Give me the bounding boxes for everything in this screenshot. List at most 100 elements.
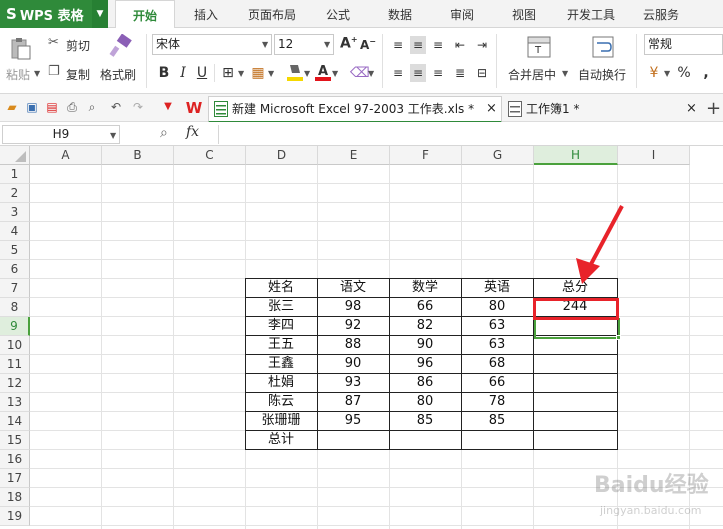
- table-header-cell[interactable]: 姓名: [245, 278, 318, 298]
- font-name-select[interactable]: 宋体: [152, 34, 272, 55]
- doc-tab-label[interactable]: 新建 Microsoft Excel 97-2003 工作表.xls *: [232, 96, 474, 122]
- formula-input[interactable]: [218, 125, 723, 144]
- column-header-g[interactable]: G: [462, 146, 534, 165]
- logo-dropdown-arrow-icon[interactable]: ▼: [92, 0, 108, 28]
- table-cell[interactable]: [317, 430, 390, 450]
- row-header-11[interactable]: 11: [0, 355, 30, 374]
- row-header-1[interactable]: 1: [0, 165, 30, 184]
- table-cell[interactable]: 96: [389, 354, 462, 374]
- table-cell[interactable]: 68: [461, 354, 534, 374]
- column-header-f[interactable]: F: [390, 146, 462, 165]
- tab-developer[interactable]: 开发工具: [560, 0, 622, 28]
- merge-center-label[interactable]: 合并居中: [508, 66, 556, 83]
- percent-icon[interactable]: %: [676, 64, 692, 82]
- format-painter-label[interactable]: 格式刷: [100, 66, 136, 83]
- redo-icon[interactable]: ↷: [130, 99, 146, 115]
- wrap-text-label[interactable]: 自动换行: [578, 66, 626, 83]
- column-header-h[interactable]: H: [534, 146, 618, 165]
- align-bottom-icon[interactable]: ≡: [430, 36, 446, 54]
- table-cell[interactable]: 张珊珊: [245, 411, 318, 431]
- table-cell[interactable]: [389, 430, 462, 450]
- paste-dropdown-icon[interactable]: ▼: [34, 69, 40, 78]
- tab-page-layout[interactable]: 页面布局: [236, 0, 308, 28]
- table-cell[interactable]: [461, 430, 534, 450]
- align-left-icon[interactable]: ≡: [390, 64, 406, 82]
- row-header-13[interactable]: 13: [0, 393, 30, 412]
- tab-view[interactable]: 视图: [498, 0, 550, 28]
- new-tab-icon[interactable]: +: [706, 96, 721, 122]
- row-header-9[interactable]: 9: [0, 317, 30, 336]
- select-all-corner[interactable]: [0, 146, 30, 165]
- name-box[interactable]: H9: [2, 125, 120, 144]
- table-header-cell[interactable]: 语文: [317, 278, 390, 298]
- table-cell[interactable]: 85: [461, 411, 534, 431]
- font-name-dropdown-icon[interactable]: ▼: [262, 40, 268, 49]
- print-icon[interactable]: ⎙: [64, 99, 80, 115]
- table-cell[interactable]: [533, 373, 618, 393]
- tab-review[interactable]: 审阅: [436, 0, 488, 28]
- tab-data[interactable]: 数据: [374, 0, 426, 28]
- currency-icon[interactable]: ¥: [646, 64, 662, 82]
- tab-home[interactable]: 开始: [115, 0, 175, 29]
- tab-insert[interactable]: 插入: [180, 0, 232, 28]
- italic-icon[interactable]: I: [175, 64, 191, 82]
- row-header-16[interactable]: 16: [0, 450, 30, 469]
- merge-center-icon[interactable]: T: [526, 34, 552, 60]
- borders-dropdown-icon[interactable]: ▼: [238, 69, 244, 78]
- clear-format-dropdown-icon[interactable]: ▼: [368, 69, 374, 78]
- row-header-4[interactable]: 4: [0, 222, 30, 241]
- font-size-dropdown-icon[interactable]: ▼: [324, 40, 330, 49]
- align-right-icon[interactable]: ≡: [430, 64, 446, 82]
- table-cell[interactable]: 63: [461, 335, 534, 355]
- font-color-dropdown-icon[interactable]: ▼: [332, 69, 338, 78]
- format-painter-icon[interactable]: [108, 33, 132, 58]
- wps-w-icon[interactable]: W: [182, 97, 206, 119]
- column-header-a[interactable]: A: [30, 146, 102, 165]
- table-cell[interactable]: 杜娟: [245, 373, 318, 393]
- name-box-dropdown-icon[interactable]: ▼: [110, 131, 116, 140]
- column-header-i[interactable]: I: [618, 146, 690, 165]
- copy-icon[interactable]: ❐: [48, 64, 60, 79]
- scissors-icon[interactable]: ✂: [48, 35, 59, 50]
- active-cell-selection[interactable]: [534, 318, 620, 339]
- table-cell[interactable]: 张三: [245, 297, 318, 317]
- row-header-6[interactable]: 6: [0, 260, 30, 279]
- table-cell[interactable]: 90: [389, 335, 462, 355]
- table-cell[interactable]: [533, 411, 618, 431]
- doc-tab-close-icon[interactable]: ×: [686, 96, 697, 122]
- distributed-icon[interactable]: ⊟: [474, 64, 490, 82]
- table-cell[interactable]: 李四: [245, 316, 318, 336]
- table-cell[interactable]: 78: [461, 392, 534, 412]
- decrease-font-icon[interactable]: A−: [360, 37, 376, 52]
- tab-cloud-service[interactable]: 云服务: [630, 0, 692, 28]
- print-preview-icon[interactable]: ⌕: [84, 99, 100, 115]
- zoom-search-icon[interactable]: ⌕: [160, 125, 168, 141]
- row-header-8[interactable]: 8: [0, 298, 30, 317]
- table-cell[interactable]: 王五: [245, 335, 318, 355]
- table-cell[interactable]: 86: [389, 373, 462, 393]
- table-cell[interactable]: 63: [461, 316, 534, 336]
- merge-center-dropdown-icon[interactable]: ▼: [562, 69, 568, 78]
- open-folder-icon[interactable]: ▰: [4, 99, 20, 115]
- align-middle-icon[interactable]: ≡: [410, 36, 426, 54]
- customize-quick-access-icon[interactable]: ▼: [160, 99, 176, 115]
- row-header-10[interactable]: 10: [0, 336, 30, 355]
- table-cell[interactable]: [533, 430, 618, 450]
- table-cell[interactable]: 80: [389, 392, 462, 412]
- doc-tab-label[interactable]: 工作簿1 *: [526, 96, 579, 122]
- table-cell[interactable]: 80: [461, 297, 534, 317]
- paste-label[interactable]: 粘贴: [6, 66, 30, 83]
- table-cell[interactable]: 95: [317, 411, 390, 431]
- column-header-c[interactable]: C: [174, 146, 246, 165]
- column-header-e[interactable]: E: [318, 146, 390, 165]
- table-cell[interactable]: 92: [317, 316, 390, 336]
- row-header-5[interactable]: 5: [0, 241, 30, 260]
- currency-dropdown-icon[interactable]: ▼: [664, 69, 670, 78]
- copy-button[interactable]: 复制: [66, 66, 90, 83]
- table-cell[interactable]: [533, 354, 618, 374]
- justify-icon[interactable]: ≣: [452, 64, 468, 82]
- fill-color-icon[interactable]: [286, 62, 304, 82]
- wrap-text-icon[interactable]: [590, 34, 616, 60]
- table-cell[interactable]: 93: [317, 373, 390, 393]
- font-color-icon[interactable]: A: [314, 62, 332, 82]
